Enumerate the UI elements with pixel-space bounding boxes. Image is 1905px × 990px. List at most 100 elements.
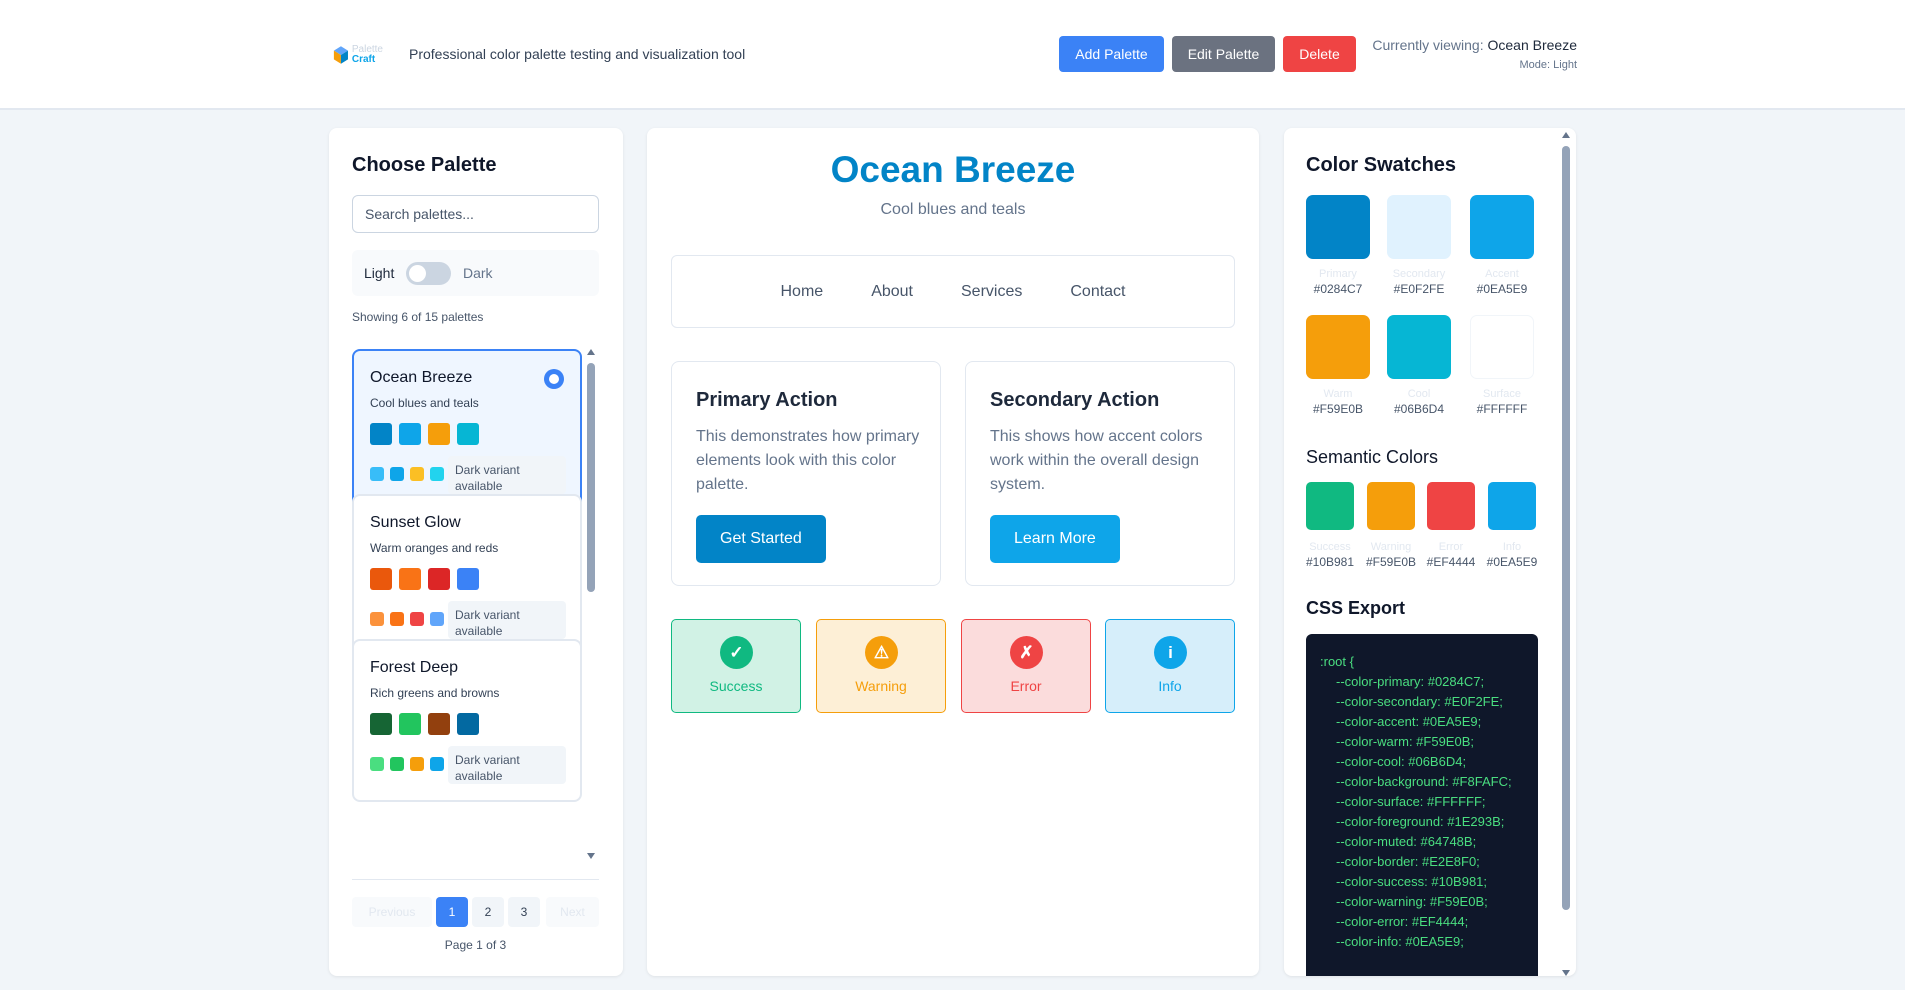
swatch-name: Cool (1407, 388, 1431, 400)
semantic-hex: #EF4444 (1426, 555, 1476, 569)
palette-swatch (370, 568, 392, 590)
preview-subtitle: Cool blues and teals (880, 201, 1026, 218)
edit-palette-button[interactable]: Edit Palette (1172, 36, 1275, 72)
dark-swatch (430, 467, 444, 481)
dark-swatches (370, 612, 444, 626)
get-started-button[interactable]: Get Started (696, 515, 826, 563)
tagline: Professional color palette testing and v… (409, 46, 746, 62)
css-variable: --color-surface: #FFFFFF; (1336, 794, 1486, 809)
css-variable: --color-background: #F8FAFC; (1336, 774, 1512, 789)
scroll-thumb[interactable] (587, 363, 595, 592)
nav-about[interactable]: About (871, 283, 913, 301)
palette-swatch (399, 568, 421, 590)
page-3-button[interactable]: 3 (508, 897, 540, 927)
swatch-surface[interactable] (1470, 315, 1534, 379)
preview-nav: Home About Services Contact (671, 255, 1235, 328)
scroll-down-arrow-icon[interactable] (1562, 970, 1570, 976)
css-variable: --color-error: #EF4444; (1336, 914, 1469, 929)
scroll-down-arrow-icon[interactable] (587, 853, 595, 859)
palette-swatch (370, 423, 392, 445)
dark-swatch (410, 467, 424, 481)
swatches-panel: Color Swatches Primary #0284C7 Secondary… (1284, 128, 1576, 976)
card-text: This shows how accent colors work within… (990, 428, 1203, 493)
status-label: Success (709, 678, 763, 694)
swatches-scrollbar[interactable] (1560, 130, 1572, 976)
card-text: This demonstrates how primary elements l… (696, 428, 920, 493)
palette-list-scrollbar[interactable] (586, 349, 596, 859)
semantic-swatch-info[interactable] (1488, 482, 1536, 530)
page-1-button[interactable]: 1 (436, 897, 468, 927)
check-icon: ✓ (720, 636, 753, 669)
palette-chooser-panel: Choose Palette Light Dark Showing 6 of 1… (329, 128, 623, 976)
nav-home[interactable]: Home (781, 283, 824, 301)
css-variable: --color-warm: #F59E0B; (1336, 734, 1474, 749)
mode-toggle-row: Light Dark (352, 250, 599, 296)
swatch-name: Primary (1319, 268, 1357, 280)
selected-radio[interactable] (544, 369, 564, 389)
swatch-cool[interactable] (1387, 315, 1451, 379)
semantic-swatch-warning[interactable] (1367, 482, 1415, 530)
dark-variant-badge: Dark variant available (448, 456, 566, 494)
showing-count: Showing 6 of 15 palettes (352, 310, 484, 324)
css-export-code[interactable]: :root { --color-primary: #0284C7; --colo… (1306, 634, 1538, 976)
status-info: i Info (1105, 619, 1235, 713)
scroll-up-arrow-icon[interactable] (1562, 132, 1570, 138)
palette-description: Rich greens and browns (370, 686, 500, 700)
previous-page-button[interactable]: Previous (352, 897, 432, 927)
swatch-accent[interactable] (1470, 195, 1534, 259)
palette-swatch (399, 713, 421, 735)
dark-swatch (410, 612, 424, 626)
scroll-up-arrow-icon[interactable] (587, 349, 595, 355)
swatch-warm[interactable] (1306, 315, 1370, 379)
dark-swatches (370, 757, 444, 771)
palette-card-sunset-glow[interactable]: Sunset Glow Warm oranges and reds Dark v… (352, 494, 582, 657)
page-2-button[interactable]: 2 (472, 897, 504, 927)
semantic-swatch-success[interactable] (1306, 482, 1354, 530)
palette-card-ocean-breeze[interactable]: Ocean Breeze Cool blues and teals Dark v… (352, 349, 582, 512)
status-label: Warning (855, 678, 907, 694)
delete-button[interactable]: Delete (1283, 36, 1356, 72)
palette-name: Forest Deep (370, 659, 459, 676)
swatch-secondary[interactable] (1387, 195, 1451, 259)
css-root-open: :root { (1320, 654, 1354, 669)
warning-icon: ⚠ (865, 636, 898, 669)
semantic-name: Info (1502, 541, 1522, 553)
nav-contact[interactable]: Contact (1070, 283, 1125, 301)
css-variable: --color-success: #10B981; (1336, 874, 1488, 889)
palette-swatches (370, 423, 479, 445)
css-variable: --color-secondary: #E0F2FE; (1336, 694, 1503, 709)
palette-swatch (370, 713, 392, 735)
mode-indicator: Mode: Light (1519, 59, 1577, 71)
palette-list: Ocean Breeze Cool blues and teals Dark v… (352, 349, 584, 990)
learn-more-button[interactable]: Learn More (990, 515, 1120, 563)
palette-swatch (457, 568, 479, 590)
palette-swatch (457, 423, 479, 445)
css-variable: --color-warning: #F59E0B; (1336, 894, 1488, 909)
swatch-primary[interactable] (1306, 195, 1370, 259)
semantic-name: Warning (1370, 541, 1412, 553)
next-page-button[interactable]: Next (546, 897, 599, 927)
semantic-hex: #0EA5E9 (1486, 555, 1538, 569)
swatch-hex: #F59E0B (1312, 402, 1364, 416)
dark-swatch (390, 612, 404, 626)
semantic-swatch-error[interactable] (1427, 482, 1475, 530)
palette-card-forest-deep[interactable]: Forest Deep Rich greens and browns Dark … (352, 639, 582, 802)
swatch-hex: #E0F2FE (1393, 282, 1445, 296)
dark-swatch (390, 467, 404, 481)
mode-toggle-switch[interactable] (406, 262, 451, 285)
info-icon: i (1154, 636, 1187, 669)
status-error: ✗ Error (961, 619, 1091, 713)
search-input[interactable] (352, 195, 599, 233)
dark-variant-badge: Dark variant available (448, 746, 566, 784)
dark-variant-badge: Dark variant available (448, 601, 566, 639)
add-palette-button[interactable]: Add Palette (1059, 36, 1164, 72)
pagination-divider (352, 879, 599, 880)
nav-services[interactable]: Services (961, 283, 1022, 301)
css-variable: --color-foreground: #1E293B; (1336, 814, 1505, 829)
css-variable: --color-border: #E2E8F0; (1336, 854, 1480, 869)
swatch-hex: #0EA5E9 (1476, 282, 1528, 296)
logo[interactable]: Palette Craft (333, 41, 383, 69)
scroll-thumb[interactable] (1562, 146, 1570, 910)
palette-swatch (428, 568, 450, 590)
swatch-hex: #06B6D4 (1393, 402, 1445, 416)
